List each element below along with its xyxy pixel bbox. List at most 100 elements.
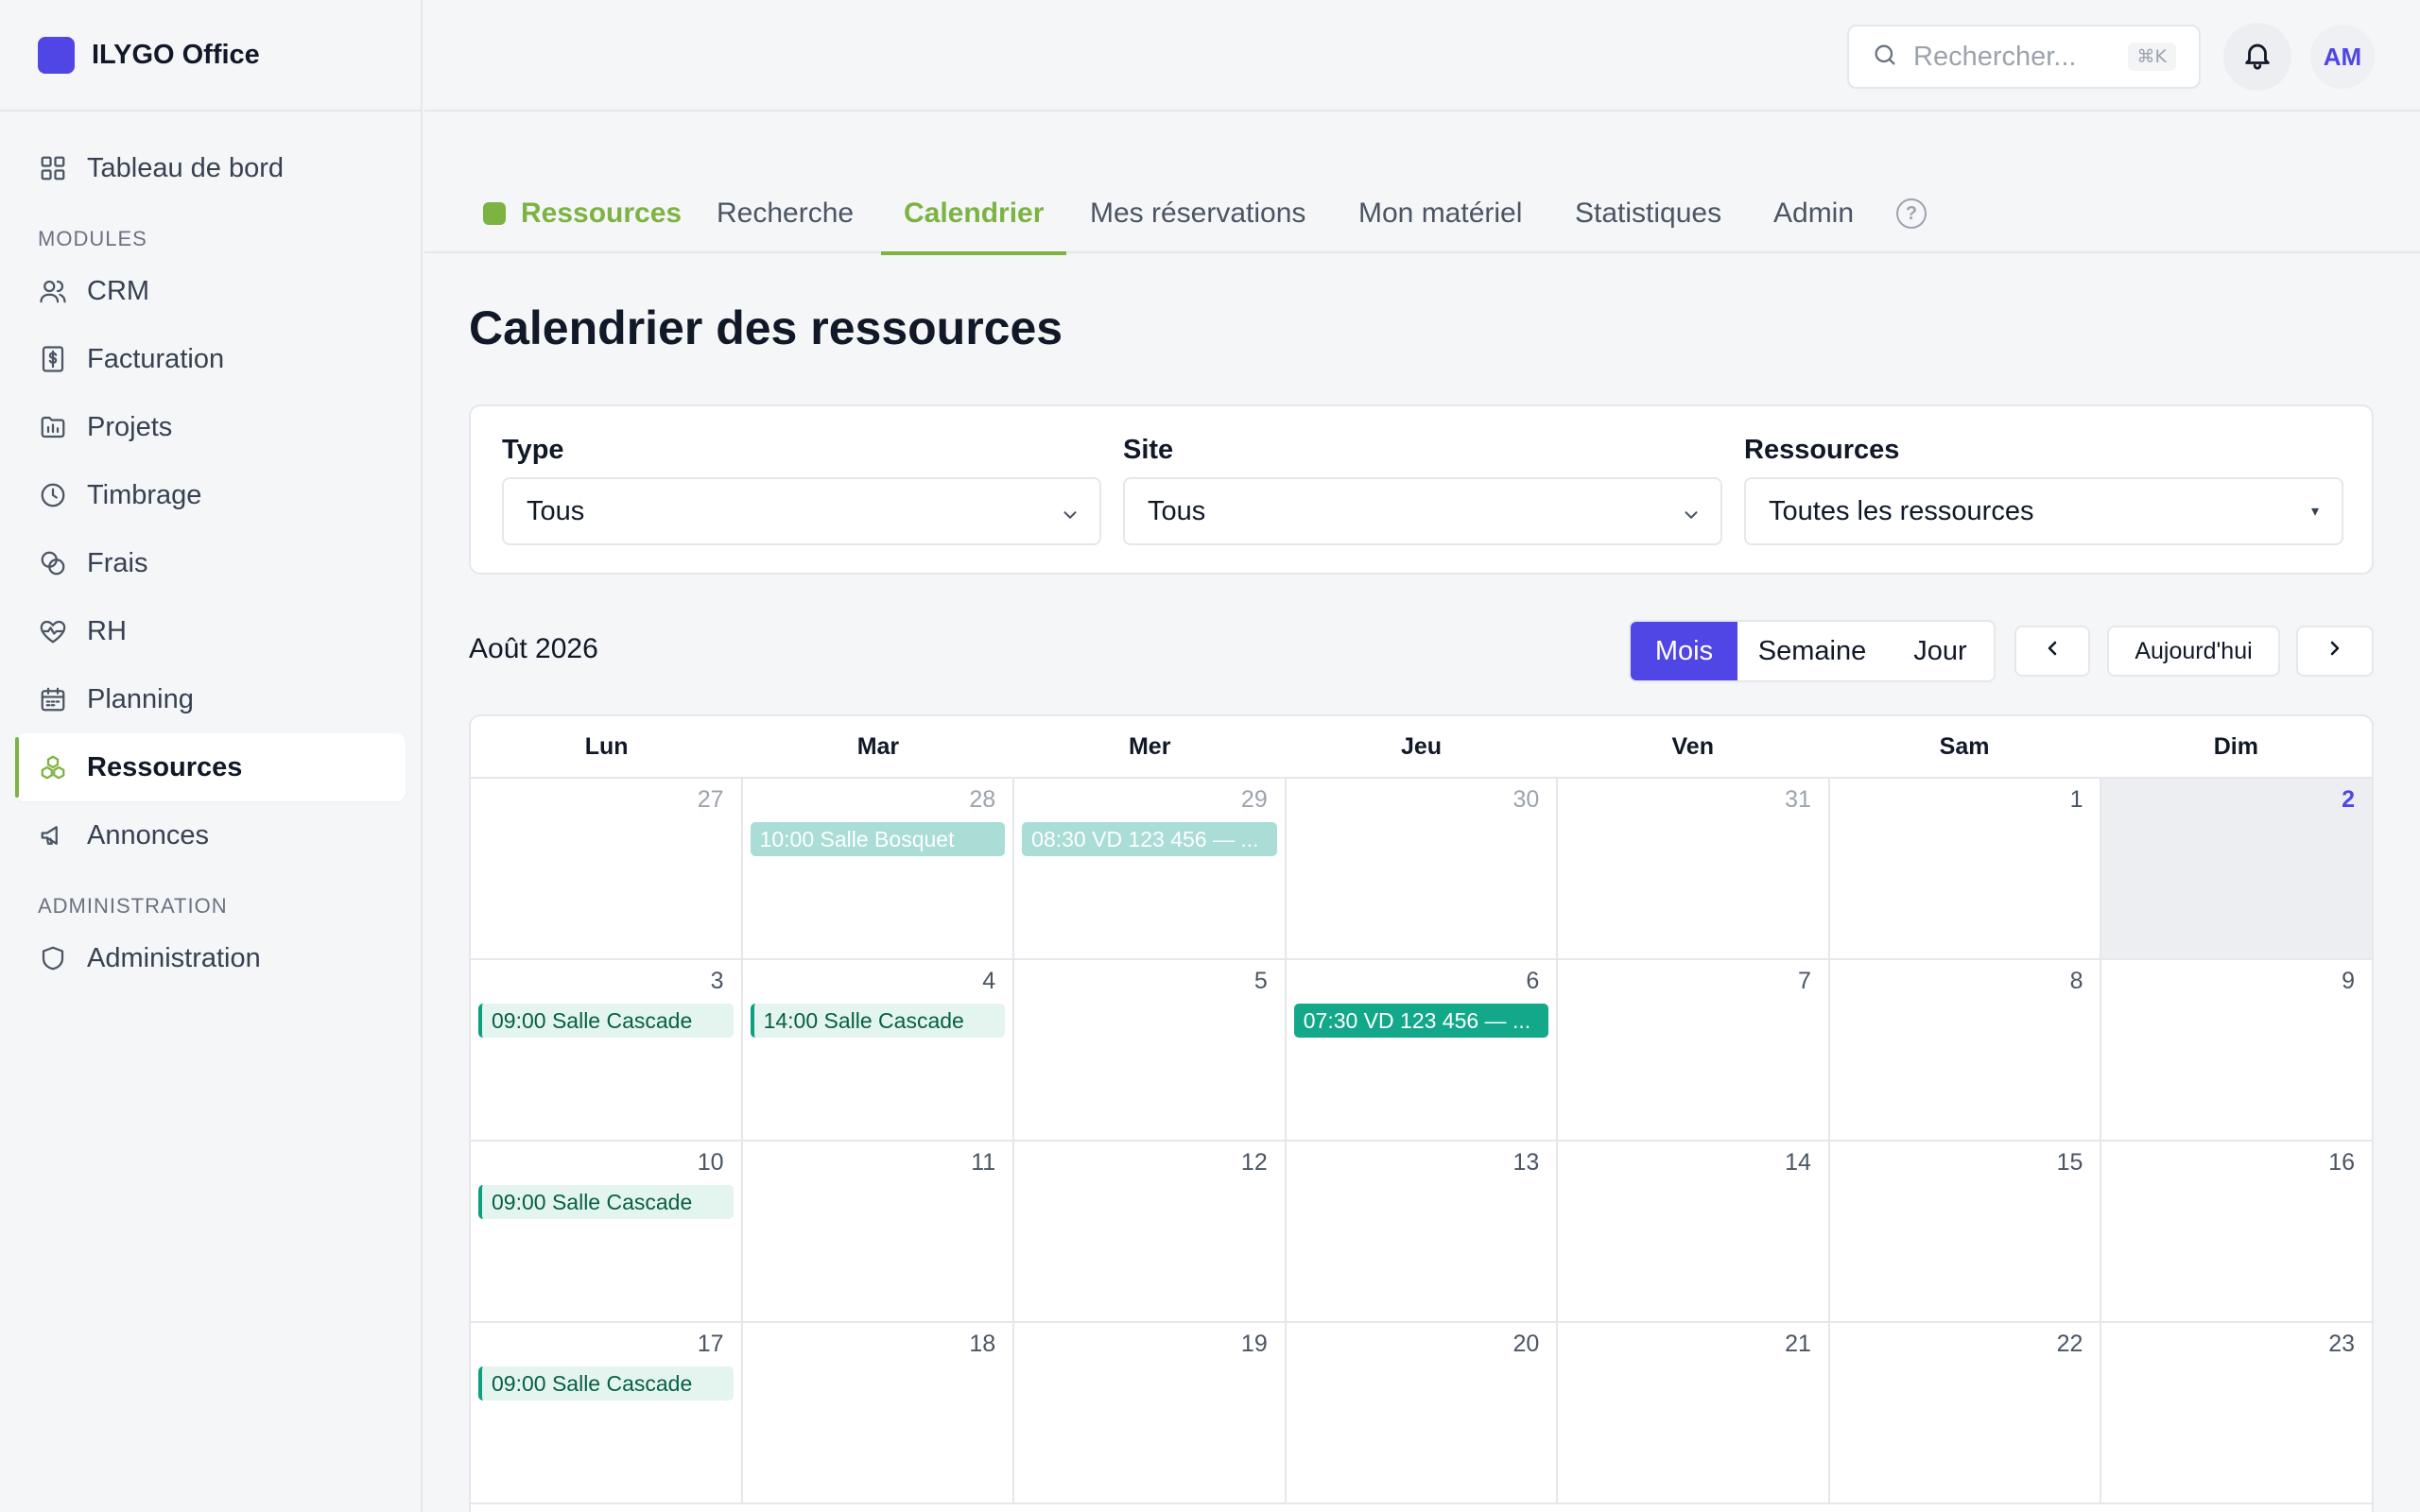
view-switcher: Mois Semaine Jour [1629, 620, 1996, 682]
calendar-day[interactable]: 20 [1287, 1323, 1559, 1503]
sidebar-item-tableau-de-bord[interactable]: Tableau de bord [15, 134, 406, 202]
chevron-left-icon [2041, 637, 2064, 666]
calendar-day[interactable]: 16 [2101, 1142, 2372, 1321]
sidebar-item-label: Facturation [87, 343, 225, 374]
calendar-event[interactable]: 08:30 VD 123 456 — ... [1022, 822, 1277, 856]
day-number: 2 [2342, 786, 2356, 813]
calendar-day-today[interactable]: 2 [2101, 779, 2372, 958]
calendar-day[interactable]: 5 [1014, 960, 1287, 1140]
sidebar-item-crm[interactable]: CRM [15, 257, 406, 325]
calendar-day[interactable]: 15 [1830, 1142, 2102, 1321]
calendar-day[interactable]: 23 [2101, 1323, 2372, 1503]
month-label: Août 2026 [469, 633, 598, 664]
resources-select[interactable]: Toutes les ressources ▾ [1744, 477, 2343, 545]
calendar-day[interactable]: 22 [1830, 1323, 2102, 1503]
weekday-label: Jeu [1400, 732, 1443, 760]
search-placeholder: Rechercher... [1913, 41, 2077, 72]
weekday-label: Mar [856, 732, 900, 760]
calendar-day[interactable]: 31 [1558, 779, 1830, 958]
tab-recherche[interactable]: Recherche [717, 174, 854, 253]
calendar-day[interactable]: 13 [1287, 1142, 1559, 1321]
calendar-day[interactable]: 14 [1558, 1142, 1830, 1321]
filter-site-label: Site [1123, 435, 1174, 465]
day-number: 5 [1253, 968, 1268, 994]
day-number: 15 [2056, 1149, 2083, 1176]
sidebar-item-rh[interactable]: RH [15, 597, 406, 665]
calendar-day[interactable]: 11 [743, 1142, 1015, 1321]
calendar-day[interactable]: 28 10:00 Salle Bosquet [743, 779, 1015, 958]
notifications-button[interactable] [2223, 23, 2291, 91]
heart-pulse-icon [38, 616, 68, 646]
tab-calendrier[interactable]: Calendrier [880, 174, 1067, 255]
calendar-event[interactable]: 09:00 Salle Cascade [478, 1185, 734, 1219]
calendar-day[interactable]: 30 [1287, 779, 1559, 958]
sidebar-item-label: Administration [87, 942, 261, 973]
sidebar-item-label: Tableau de bord [87, 152, 284, 183]
brand[interactable]: ILYGO Office [0, 0, 421, 112]
tab-mon-materiel[interactable]: Mon matériel [1358, 174, 1522, 253]
tab-statistiques[interactable]: Statistiques [1575, 174, 1721, 253]
calendar-event[interactable]: 09:00 Salle Cascade [478, 1366, 734, 1400]
calendar-body: 27 28 10:00 Salle Bosquet 29 08:30 VD 123 45… [471, 779, 2372, 1504]
calendar-day[interactable]: 21 [1558, 1323, 1830, 1503]
calendar-day[interactable]: 17 09:00 Salle Cascade [471, 1323, 743, 1503]
previous-button[interactable] [2014, 626, 2090, 677]
calendar-day[interactable]: 27 [471, 779, 743, 958]
calendar-day[interactable]: 19 [1014, 1323, 1287, 1503]
month-calendar: Lun Mar Mer Jeu Ven Sam Dim 27 28 10:00 Salle Bo… [469, 714, 2374, 1512]
calendar-day[interactable]: 6 07:30 VD 123 456 — ... [1287, 960, 1559, 1140]
day-number: 10 [697, 1149, 724, 1176]
calendar-day[interactable]: 12 [1014, 1142, 1287, 1321]
view-week-button[interactable]: Semaine [1737, 622, 1887, 680]
invoice-icon [38, 344, 68, 374]
calendar-event[interactable]: 09:00 Salle Cascade [478, 1004, 734, 1038]
day-number: 30 [1512, 786, 1540, 813]
calendar-event[interactable]: 14:00 Salle Cascade [750, 1004, 1006, 1038]
type-select[interactable]: Tous [502, 477, 1101, 545]
day-number: 14 [1785, 1149, 1811, 1176]
sidebar-item-timbrage[interactable]: Timbrage [15, 461, 406, 529]
section-heading-administration: ADMINISTRATION [38, 894, 228, 918]
brand-logo [38, 36, 75, 74]
sidebar-item-ressources[interactable]: Ressources [15, 733, 406, 801]
calendar-day[interactable]: 18 [743, 1323, 1015, 1503]
tab-admin[interactable]: Admin [1773, 174, 1854, 253]
sidebar-item-planning[interactable]: Planning [15, 665, 406, 733]
view-month-button[interactable]: Mois [1631, 622, 1737, 680]
sidebar-item-annonces[interactable]: Annonces [15, 801, 406, 869]
tab-ressources-home[interactable]: Ressources [483, 174, 682, 253]
chevron-down-icon [1681, 502, 1702, 523]
site-select[interactable]: Tous [1123, 477, 1722, 545]
bell-icon [2241, 39, 2273, 76]
filter-site: Site Tous [1123, 435, 1722, 545]
sidebar-item-administration[interactable]: Administration [15, 924, 406, 992]
view-day-button[interactable]: Jour [1887, 622, 1994, 680]
calendar-day[interactable]: 29 08:30 VD 123 456 — ... [1014, 779, 1287, 958]
sidebar-item-facturation[interactable]: Facturation [15, 325, 406, 393]
calendar-day[interactable]: 10 09:00 Salle Cascade [471, 1142, 743, 1321]
filter-card: Type Tous Site Tous Ressources Toutes le… [469, 404, 2374, 575]
calendar-day[interactable]: 8 [1830, 960, 2102, 1140]
help-icon[interactable]: ? [1896, 198, 1927, 229]
search-input[interactable]: Rechercher... ⌘K [1847, 25, 2201, 89]
calendar-event[interactable]: 10:00 Salle Bosquet [750, 822, 1006, 856]
avatar[interactable]: AM [2310, 25, 2375, 89]
megaphone-icon [38, 820, 68, 850]
sidebar-item-label: Ressources [87, 751, 243, 782]
sidebar-item-frais[interactable]: Frais [15, 529, 406, 597]
day-number: 19 [1240, 1331, 1268, 1357]
calendar-day[interactable]: 1 [1830, 779, 2102, 958]
calendar-day[interactable]: 9 [2101, 960, 2372, 1140]
sidebar-item-projets[interactable]: Projets [15, 393, 406, 461]
calendar-day[interactable]: 7 [1558, 960, 1830, 1140]
next-button[interactable] [2296, 626, 2374, 677]
chevron-down-icon [1060, 502, 1080, 523]
calendar-day[interactable]: 3 09:00 Salle Cascade [471, 960, 743, 1140]
tab-mes-reservations[interactable]: Mes réservations [1090, 174, 1305, 253]
calendar-day[interactable]: 4 14:00 Salle Cascade [743, 960, 1015, 1140]
day-number: 29 [1240, 786, 1268, 813]
calendar-event[interactable]: 07:30 VD 123 456 — ... [1293, 1004, 1549, 1038]
today-button[interactable]: Aujourd'hui [2107, 626, 2280, 677]
tab-label: Ressources [521, 198, 683, 229]
day-number: 20 [1512, 1331, 1540, 1357]
